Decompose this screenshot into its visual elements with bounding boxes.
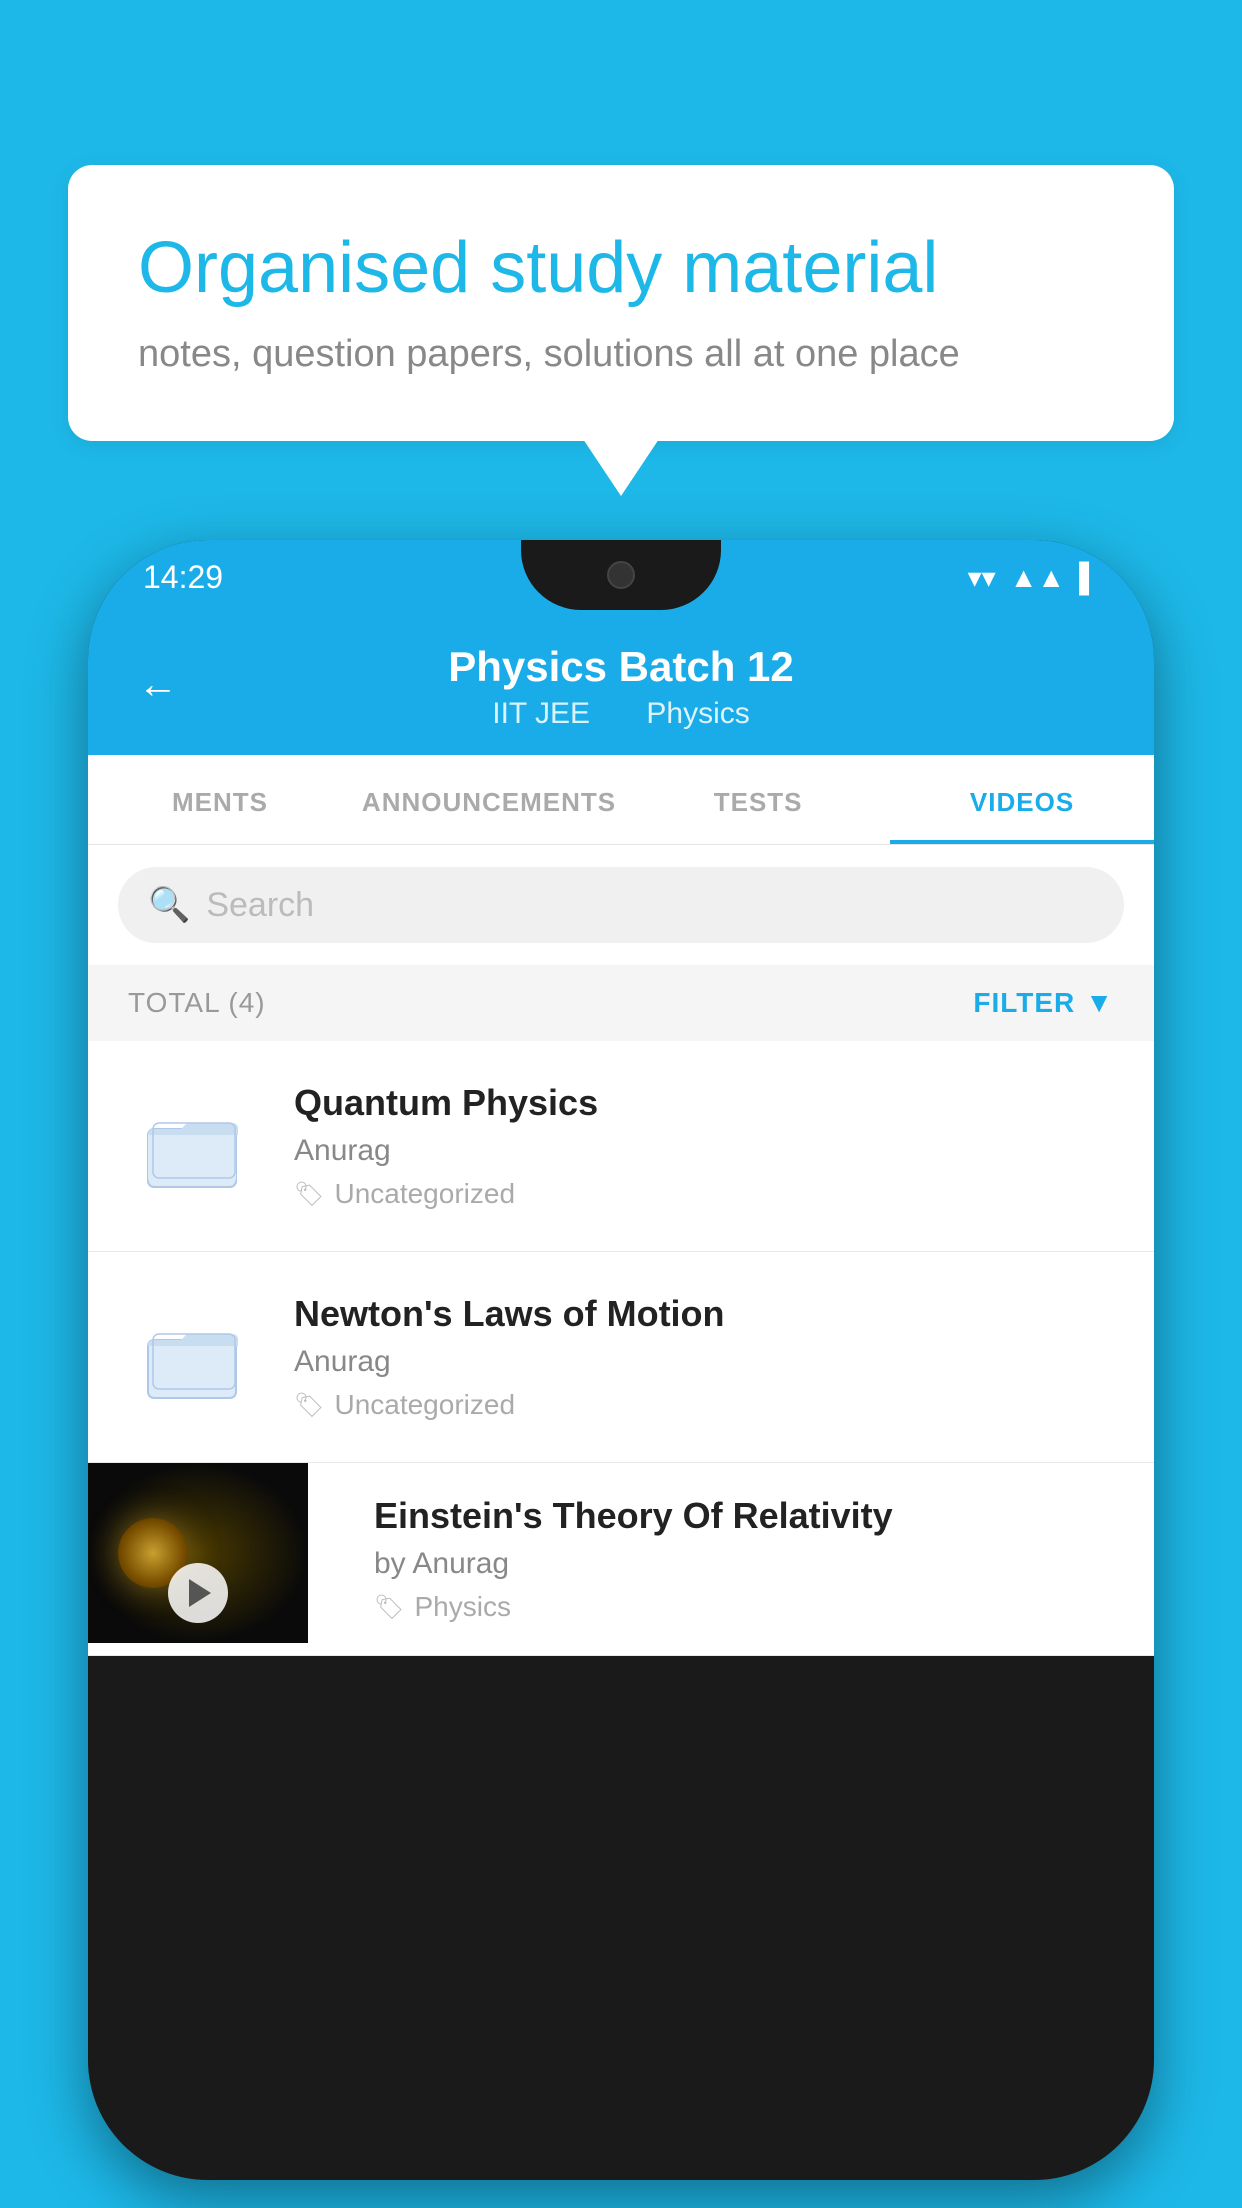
play-triangle-icon bbox=[189, 1579, 211, 1607]
play-button[interactable] bbox=[168, 1563, 228, 1623]
header-subtitle-left: IIT JEE bbox=[492, 697, 590, 730]
video-item[interactable]: Newton's Laws of Motion Anurag 🏷 Uncateg… bbox=[88, 1252, 1154, 1463]
phone-notch bbox=[521, 540, 721, 610]
back-button[interactable]: ← bbox=[138, 663, 178, 708]
status-icons: ▾▾ ▲▲ ▌ bbox=[968, 561, 1099, 594]
video-author-1: Anurag bbox=[294, 1134, 1114, 1168]
phone-device: 14:29 ▾▾ ▲▲ ▌ ← Physics Batch 12 IIT JEE… bbox=[88, 540, 1154, 2180]
speech-bubble-card: Organised study material notes, question… bbox=[68, 165, 1174, 441]
tab-videos[interactable]: VIDEOS bbox=[890, 755, 1154, 844]
camera-dot bbox=[607, 561, 635, 589]
tag-icon: 🏷 bbox=[294, 1180, 324, 1209]
tag-icon: 🏷 bbox=[374, 1593, 404, 1622]
video-title-2: Newton's Laws of Motion bbox=[294, 1293, 1114, 1335]
search-icon: 🔍 bbox=[148, 885, 190, 925]
tab-tests[interactable]: TESTS bbox=[626, 755, 890, 844]
tab-bar: MENTS ANNOUNCEMENTS TESTS VIDEOS bbox=[88, 755, 1154, 845]
tab-ments[interactable]: MENTS bbox=[88, 755, 352, 844]
video-tag-1: 🏷 Uncategorized bbox=[294, 1178, 1114, 1210]
video-tag-text-1: Uncategorized bbox=[334, 1178, 515, 1210]
video-info-2: Newton's Laws of Motion Anurag 🏷 Uncateg… bbox=[294, 1293, 1114, 1421]
tag-icon: 🏷 bbox=[294, 1391, 324, 1420]
video-item[interactable]: Einstein's Theory Of Relativity Anurag 🏷… bbox=[88, 1463, 1154, 1656]
filter-button[interactable]: FILTER ▼ bbox=[973, 987, 1114, 1019]
filter-row: TOTAL (4) FILTER ▼ bbox=[88, 965, 1154, 1041]
search-bar[interactable]: 🔍 Search bbox=[118, 867, 1124, 943]
video-info-3: Einstein's Theory Of Relativity Anurag 🏷… bbox=[344, 1463, 1154, 1655]
video-tag-text-3: Physics bbox=[414, 1591, 510, 1623]
filter-funnel-icon: ▼ bbox=[1085, 987, 1114, 1019]
video-title-1: Quantum Physics bbox=[294, 1082, 1114, 1124]
video-thumbnail-3 bbox=[88, 1463, 308, 1643]
app-header: ← Physics Batch 12 IIT JEE Physics bbox=[88, 615, 1154, 755]
filter-label: FILTER bbox=[973, 987, 1075, 1019]
battery-icon: ▌ bbox=[1079, 562, 1099, 594]
status-time: 14:29 bbox=[143, 559, 223, 596]
total-count: TOTAL (4) bbox=[128, 987, 266, 1019]
folder-icon bbox=[143, 1312, 243, 1402]
video-thumbnail-2 bbox=[128, 1292, 258, 1422]
video-thumbnail-1 bbox=[128, 1081, 258, 1211]
search-bar-container: 🔍 Search bbox=[88, 845, 1154, 965]
video-item[interactable]: Quantum Physics Anurag 🏷 Uncategorized bbox=[88, 1041, 1154, 1252]
bubble-title: Organised study material bbox=[138, 225, 1104, 311]
tab-announcements[interactable]: ANNOUNCEMENTS bbox=[352, 755, 626, 844]
screen-content: 🔍 Search TOTAL (4) FILTER ▼ bbox=[88, 845, 1154, 1656]
status-bar: 14:29 ▾▾ ▲▲ ▌ bbox=[88, 540, 1154, 615]
bubble-subtitle: notes, question papers, solutions all at… bbox=[138, 333, 1104, 376]
video-tag-text-2: Uncategorized bbox=[334, 1389, 515, 1421]
video-tag-2: 🏷 Uncategorized bbox=[294, 1389, 1114, 1421]
video-tag-3: 🏷 Physics bbox=[374, 1591, 1124, 1623]
header-subtitle: IIT JEE Physics bbox=[480, 697, 762, 731]
header-subtitle-right: Physics bbox=[646, 697, 749, 730]
video-author-2: Anurag bbox=[294, 1345, 1114, 1379]
video-list: Quantum Physics Anurag 🏷 Uncategorized bbox=[88, 1041, 1154, 1656]
signal-icon: ▲▲ bbox=[1010, 562, 1065, 594]
search-placeholder: Search bbox=[206, 886, 314, 925]
video-title-3: Einstein's Theory Of Relativity bbox=[374, 1495, 1124, 1537]
thumb-image bbox=[88, 1463, 308, 1643]
wifi-icon: ▾▾ bbox=[968, 561, 996, 594]
speech-bubble-section: Organised study material notes, question… bbox=[68, 165, 1174, 441]
header-title: Physics Batch 12 bbox=[448, 643, 794, 691]
video-author-3: Anurag bbox=[374, 1547, 1124, 1581]
folder-icon bbox=[143, 1101, 243, 1191]
video-info-1: Quantum Physics Anurag 🏷 Uncategorized bbox=[294, 1082, 1114, 1210]
